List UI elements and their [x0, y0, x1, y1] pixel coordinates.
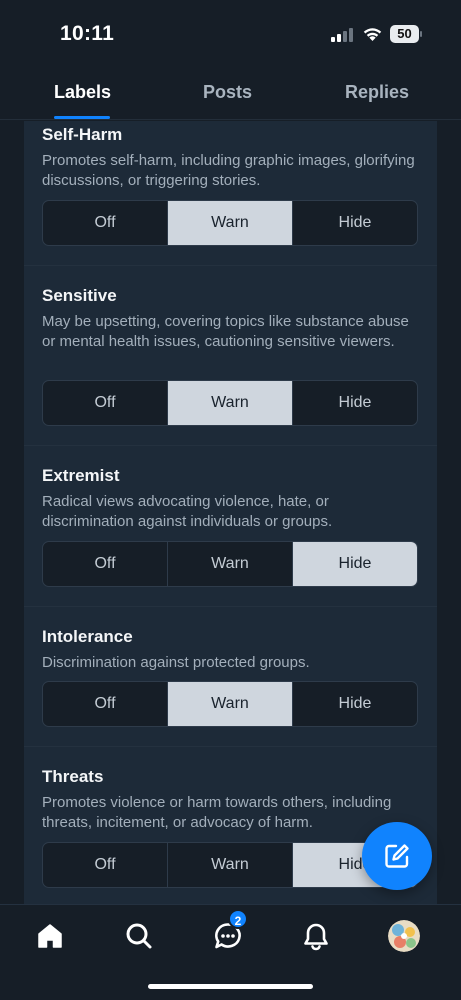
nav-home[interactable] [33, 919, 67, 953]
status-bar: 10:11 50 [0, 0, 461, 68]
tab-replies[interactable]: Replies [345, 82, 409, 103]
label-section-extremist: Extremist Radical views advocating viole… [24, 446, 437, 607]
label-title: Extremist [42, 466, 120, 485]
bell-icon [304, 923, 328, 951]
tab-bar: Labels Posts Replies [0, 68, 461, 120]
label-description: Discrimination against protected groups. [42, 654, 310, 671]
label-title: Self-Harm [42, 125, 123, 144]
home-indicator [148, 984, 313, 989]
label-description: May be upsetting, covering topics like s… [42, 313, 409, 350]
label-title: Sensitive [42, 286, 117, 305]
label-title: Threats [42, 767, 104, 786]
battery-level: 50 [390, 25, 419, 43]
active-tab-indicator [54, 116, 110, 119]
label-setting-control: Off Warn Hide [42, 681, 418, 727]
nav-profile[interactable] [387, 919, 421, 953]
warn-option-button[interactable]: Warn [168, 381, 293, 425]
search-icon [126, 923, 152, 949]
off-option-button[interactable]: Off [43, 201, 168, 245]
hide-option-button[interactable]: Hide [293, 682, 417, 726]
off-option-button[interactable]: Off [43, 381, 168, 425]
compose-button[interactable] [362, 822, 432, 890]
nav-search[interactable] [122, 919, 156, 953]
cellular-signal-icon [331, 28, 353, 42]
battery-icon: 50 [390, 25, 422, 43]
tab-posts[interactable]: Posts [203, 82, 252, 103]
label-description: Promotes self-harm, including graphic im… [42, 152, 415, 189]
off-option-button[interactable]: Off [43, 843, 168, 887]
warn-option-button[interactable]: Warn [168, 682, 293, 726]
warn-option-button[interactable]: Warn [168, 542, 293, 586]
chat-unread-badge: 2 [228, 909, 248, 929]
compose-icon [385, 844, 409, 868]
label-section-sensitive: Sensitive May be upsetting, covering top… [24, 266, 437, 446]
label-setting-control: Off Warn Hide [42, 380, 418, 426]
labels-panel: Self-Harm Promotes self-harm, including … [24, 121, 437, 904]
screen: 10:11 50 Labels Posts Replies Self-Harm … [0, 0, 461, 1000]
avatar [388, 920, 420, 952]
label-section-intolerance: Intolerance Discrimination against prote… [24, 607, 437, 747]
wifi-icon [363, 28, 382, 41]
label-setting-control: Off Warn Hide [42, 200, 418, 246]
off-option-button[interactable]: Off [43, 542, 168, 586]
label-setting-control: Off Warn Hide [42, 541, 418, 587]
warn-option-button[interactable]: Warn [168, 201, 293, 245]
hide-option-button[interactable]: Hide [293, 542, 417, 586]
home-icon [38, 924, 62, 948]
label-title: Intolerance [42, 627, 133, 646]
label-description: Promotes violence or harm towards others… [42, 794, 392, 831]
hide-option-button[interactable]: Hide [293, 381, 417, 425]
status-time: 10:11 [60, 22, 115, 45]
nav-notifications[interactable] [299, 919, 333, 953]
label-section-self-harm: Self-Harm Promotes self-harm, including … [24, 121, 437, 266]
label-description: Radical views advocating violence, hate,… [42, 493, 333, 530]
warn-option-button[interactable]: Warn [168, 843, 293, 887]
off-option-button[interactable]: Off [43, 682, 168, 726]
hide-option-button[interactable]: Hide [293, 201, 417, 245]
tab-labels[interactable]: Labels [54, 82, 111, 103]
